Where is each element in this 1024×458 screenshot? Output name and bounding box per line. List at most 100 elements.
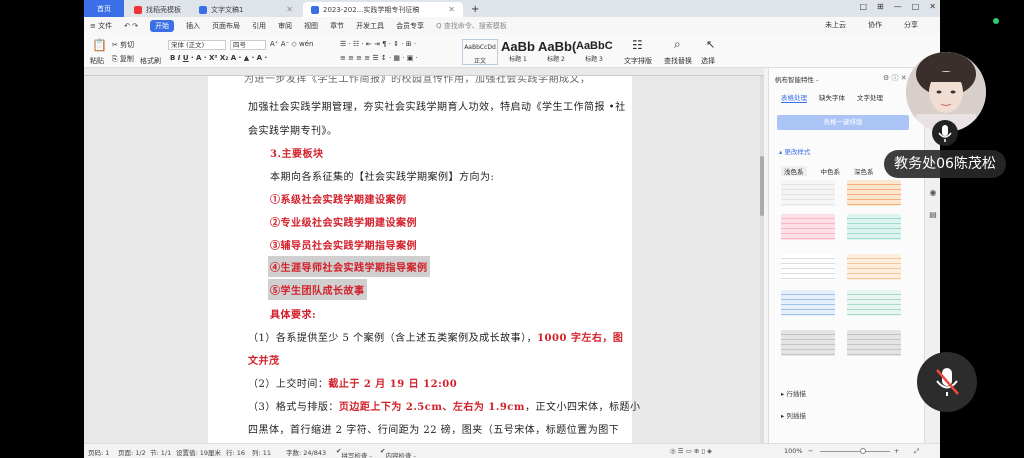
doc-line: 加强社会实践学期管理，夯实社会实践学期育人功效，特启动《学生工作简报 •社 [248,102,626,113]
more-styles-label: 更改样式 [784,148,811,156]
zoom-out-icon[interactable]: − [808,447,813,455]
status-pages[interactable]: 页面: 1/2 [118,447,146,457]
table-style-swatch[interactable] [781,254,835,280]
location-icon[interactable]: ◉ [928,188,938,198]
mic-indicator[interactable] [932,120,958,146]
style-normal[interactable]: AaBbCcDd 正文 [462,39,498,65]
ruler[interactable] [84,68,764,76]
menu-item-start[interactable]: 开始 [150,19,175,32]
style-heading3[interactable]: AaBbC 标题 3 [576,39,613,65]
mute-button[interactable] [917,352,977,412]
new-tab-icon[interactable]: + [471,4,479,15]
cursor-icon[interactable]: ↖ [706,38,715,51]
file-menu[interactable]: ≡ 文件 [90,21,112,31]
copy-button[interactable]: ⎘ 复制 [112,54,134,64]
doc-icon [311,5,319,14]
align-tools[interactable]: ≡ ≡ ≡ ≡ ☰ ↕ · ▦ · ▣ · [340,54,418,62]
find-replace-button[interactable]: 查找替换 [664,56,692,66]
table-style-swatch[interactable] [781,290,835,316]
table-style-swatch[interactable] [781,330,835,356]
font-name-select[interactable]: 宋体 (正文) [168,40,226,50]
table-style-swatch[interactable] [781,180,835,206]
search-icon[interactable]: ⌕ [674,37,681,52]
menu-item-devtools[interactable]: 开发工具 [356,21,384,31]
spell-check-button[interactable]: ✔ 拼写检查 - [336,447,372,458]
col-spacing-section[interactable]: ▸ 列插描 [781,410,806,420]
text-layout-icon[interactable]: ☷ [632,38,643,52]
tab-home[interactable]: 首页 [84,0,124,17]
tab-template[interactable]: 找稻壳模板 [126,2,189,17]
color-tab-medium[interactable]: 中色系 [821,166,841,176]
search-input[interactable]: Q 查找命令、搜索模板 [436,21,507,31]
panel-tab-font[interactable]: 缺失字体 [819,92,845,103]
style-heading2[interactable]: AaBb(标题 2 [538,39,576,65]
panel-tab-table[interactable]: 表格处理 [781,92,807,103]
req-emphasis: 页边距上下为 2.5cm、左右为 1.9cm [338,402,525,413]
tab-doc1[interactable]: 文字文稿1 ✕ [191,2,301,17]
col-spacing-label: 列插描 [786,412,806,420]
requirements-heading: 具体要求: [270,310,317,321]
content-check-button[interactable]: ✔ 内容检查 - [380,447,416,458]
collaborate-button[interactable]: 协作 [868,20,882,30]
req-emphasis: 截止于 2 月 19 日 12:00 [328,379,458,390]
style-heading1[interactable]: AaBb 标题 1 [500,39,536,65]
status-row: 行: 16 [226,449,246,457]
table-style-swatch[interactable] [847,290,901,316]
close-window-icon[interactable]: ✕ [929,2,936,11]
zoom-level[interactable]: 100% [784,447,803,455]
menu-item-layout[interactable]: 页面布局 [212,21,240,31]
req-text: （3）格式与排版： [248,402,339,413]
table-style-swatch[interactable] [847,254,901,280]
zoom-slider-thumb[interactable] [860,448,866,454]
font-size-select[interactable]: 四号 [230,40,266,50]
undo-icon[interactable]: ↶ ↷ [124,22,138,30]
font-size-tools[interactable]: A⁺ A⁻ ◇ wén [270,40,314,48]
font-format-tools[interactable]: B I U · A · X² X₂ A · ▲ · A · [170,54,267,62]
row-spacing-section[interactable]: ▸ 行插描 [781,388,806,398]
text-layout-button[interactable]: 文字排版 [624,56,652,66]
cloud-status[interactable]: 未上云 [825,20,846,30]
color-tab-dark[interactable]: 深色系 [854,166,874,176]
tab-active-doc[interactable]: 2023-202...实践学期专刊征稿 ✕ [303,2,463,17]
table-style-swatch[interactable] [847,330,901,356]
document-page[interactable]: 为进一步发挥《学生工作简报》的校园宣传作用，加强社会实践学期成文， 加强社会实践… [208,76,640,443]
recording-dot [993,18,999,24]
zoom-in-icon[interactable]: + [894,447,899,455]
window-grid-icon[interactable]: ⊞ [877,2,884,11]
format-painter-button[interactable]: 格式刷 [140,56,161,66]
table-style-swatch[interactable] [847,180,901,206]
zoom-slider[interactable] [820,451,890,452]
scroll-thumb[interactable] [760,156,764,216]
menu-item-section[interactable]: 章节 [330,21,344,31]
fullscreen-icon[interactable]: ⤢ [914,447,919,456]
menu-item-insert[interactable]: 插入 [186,21,200,31]
select-button[interactable]: 选择 [701,56,715,66]
color-tab-light[interactable]: 浅色系 [781,166,807,176]
minimize-icon[interactable]: — [894,2,902,11]
menu-item-view[interactable]: 视图 [304,21,318,31]
document-area: 为进一步发挥《学生工作简报》的校园宣传作用，加强社会实践学期成文， 加强社会实践… [84,76,764,443]
table-format-button[interactable]: 表格一键排版 [777,115,909,130]
panel-settings-icon[interactable]: ⚙ ⓘ ✕ [883,73,907,83]
panel-tab-text[interactable]: 文字处理 [857,92,883,103]
close-icon[interactable]: ✕ [448,5,455,14]
view-mode-icons[interactable]: ◎ ☰ ▭ ⊕ ▯ ◈ [670,447,712,455]
paste-button[interactable]: 粘贴 [90,56,104,66]
paste-icon[interactable]: 📋 [92,38,107,52]
share-button[interactable]: 分享 [904,20,918,30]
window-layout-icon[interactable]: □ [859,2,867,11]
close-icon[interactable]: ✕ [286,5,293,14]
status-words[interactable]: 字数: 24/843 [286,447,326,457]
list-tools[interactable]: ☰ · ☷ · ⇤ ⇥ ¶ · ⇕ · ⊞ · [340,40,416,48]
book-icon[interactable]: ▤ [928,210,938,220]
cut-button[interactable]: ✂ 剪切 [112,40,134,50]
table-style-swatch[interactable] [847,214,901,240]
vertical-scrollbar[interactable] [760,76,764,443]
table-style-swatch[interactable] [781,214,835,240]
menu-item-reference[interactable]: 引用 [252,21,266,31]
maximize-icon[interactable]: □ [912,2,920,11]
menu-item-review[interactable]: 审阅 [278,21,292,31]
menu-item-member[interactable]: 会员专享 [396,21,424,31]
more-styles-link[interactable]: ▴ 更改样式 [779,146,810,156]
req-text: ，正文小四宋体，标题小 [524,402,641,413]
